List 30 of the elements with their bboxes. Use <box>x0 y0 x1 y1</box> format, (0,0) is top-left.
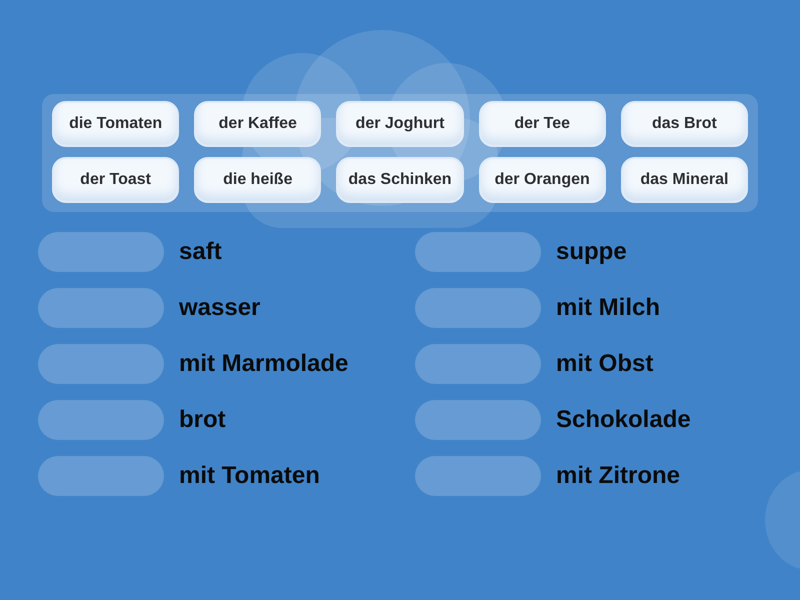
phrase-text: mit Obst <box>556 352 654 376</box>
phrase-text: brot <box>179 408 226 432</box>
drop-field[interactable] <box>415 456 541 496</box>
phrase-text: mit Marmolade <box>179 352 348 376</box>
word-tile[interactable]: das Mineral <box>620 157 748 203</box>
phrase-text: mit Milch <box>556 296 660 320</box>
drop-field[interactable] <box>38 232 164 272</box>
word-tile[interactable]: das Schinken <box>336 157 464 203</box>
word-tile[interactable]: der Kaffee <box>194 101 322 147</box>
word-tile[interactable]: der Toast <box>52 157 180 203</box>
word-tile[interactable]: die heiße <box>194 157 322 203</box>
phrase-text: mit Zitrone <box>556 464 680 488</box>
drop-field[interactable] <box>415 288 541 328</box>
phrase-text: wasser <box>179 296 260 320</box>
word-tile[interactable]: der Tee <box>478 101 606 147</box>
word-tile[interactable]: der Joghurt <box>336 101 464 147</box>
drop-field[interactable] <box>38 344 164 384</box>
word-tile[interactable]: das Brot <box>620 101 748 147</box>
drop-field[interactable] <box>38 288 164 328</box>
word-tile[interactable]: die Tomaten <box>52 101 180 147</box>
drop-field[interactable] <box>415 344 541 384</box>
drop-field[interactable] <box>38 400 164 440</box>
phrase-text: Schokolade <box>556 408 691 432</box>
drop-field[interactable] <box>415 400 541 440</box>
drop-field[interactable] <box>38 456 164 496</box>
phrase-text: mit Tomaten <box>179 464 320 488</box>
phrase-text: saft <box>179 240 222 264</box>
phrase-text: suppe <box>556 240 627 264</box>
drop-field[interactable] <box>415 232 541 272</box>
word-tile[interactable]: der Orangen <box>478 157 606 203</box>
